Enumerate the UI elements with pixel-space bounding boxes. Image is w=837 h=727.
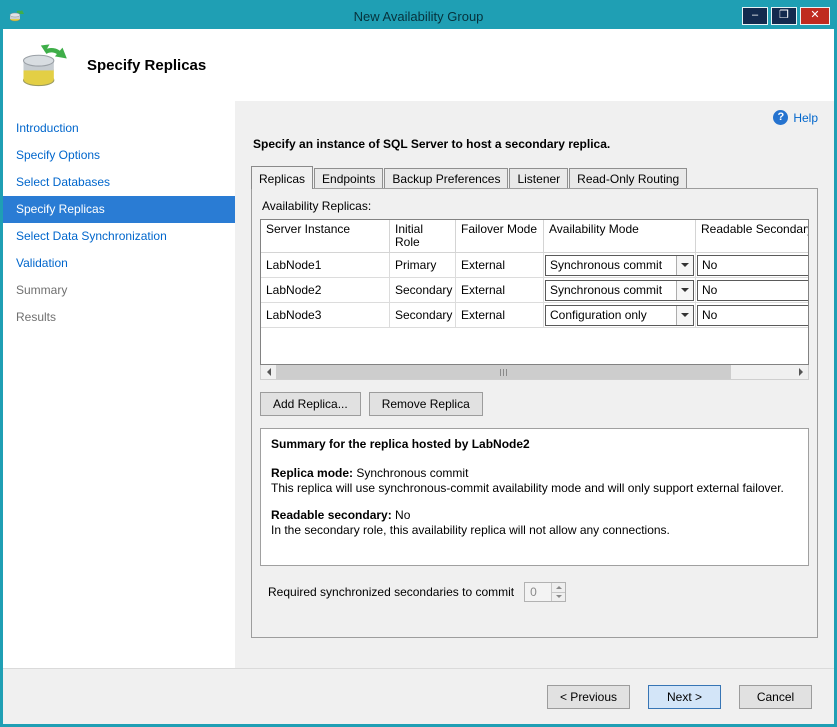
spinner-down-icon[interactable] xyxy=(552,592,565,602)
column-header-server-instance: Server Instance xyxy=(261,220,390,252)
sidebar-item-results: Results xyxy=(3,304,235,331)
scrollbar-track[interactable] xyxy=(276,365,793,379)
cell-server-instance: LabNode2 xyxy=(261,278,390,303)
readable-secondary-label: Readable secondary: xyxy=(271,508,392,522)
availability-mode-dropdown[interactable]: Configuration only xyxy=(545,305,694,326)
wizard-footer: < Previous Next > Cancel xyxy=(3,668,834,724)
readable-secondary-value: No xyxy=(698,258,809,272)
readable-secondary-summary-value: No xyxy=(392,508,411,522)
chevron-down-icon xyxy=(676,281,693,300)
column-header-availability-mode: Availability Mode xyxy=(544,220,696,252)
sidebar-item-validation[interactable]: Validation xyxy=(3,250,235,277)
replica-mode-description: This replica will use synchronous-commit… xyxy=(271,481,798,496)
close-button[interactable]: ✕ xyxy=(800,7,830,25)
maximize-button[interactable]: ❐ xyxy=(771,7,797,25)
sidebar-item-introduction[interactable]: Introduction xyxy=(3,115,235,142)
replicas-tab-panel: Availability Replicas: Server Instance I… xyxy=(251,188,818,638)
scroll-right-icon[interactable] xyxy=(793,365,808,379)
remove-replica-button[interactable]: Remove Replica xyxy=(369,392,483,416)
column-header-readable-secondary: Readable Secondary xyxy=(696,220,809,252)
new-availability-group-window: New Availability Group – ❐ ✕ Specify Rep… xyxy=(0,0,837,727)
readable-secondary-value: No xyxy=(698,308,809,322)
replica-mode-value: Synchronous commit xyxy=(353,466,468,480)
wizard-header: Specify Replicas xyxy=(3,29,834,101)
tab-endpoints[interactable]: Endpoints xyxy=(314,168,383,188)
sidebar-item-specify-options[interactable]: Specify Options xyxy=(3,142,235,169)
titlebar: New Availability Group – ❐ ✕ xyxy=(3,3,834,29)
required-secondaries-spinner[interactable]: 0 xyxy=(524,582,566,602)
scrollbar-thumb[interactable] xyxy=(276,365,731,379)
minimize-button[interactable]: – xyxy=(742,7,768,25)
readable-secondary-dropdown[interactable]: No xyxy=(697,255,809,276)
cell-failover-mode: External xyxy=(456,278,544,303)
table-row[interactable]: LabNode3 Secondary External Configuratio… xyxy=(261,303,809,328)
next-button[interactable]: Next > xyxy=(648,685,721,709)
horizontal-scrollbar[interactable] xyxy=(260,365,809,380)
help-label: Help xyxy=(793,111,818,125)
summary-title: Summary for the replica hosted by LabNod… xyxy=(271,437,798,452)
readable-secondary-value: No xyxy=(698,283,809,297)
readable-secondary-description: In the secondary role, this availability… xyxy=(271,523,798,538)
database-icon xyxy=(17,39,69,91)
page-title: Specify Replicas xyxy=(87,57,206,74)
wizard-content: ? Help Specify an instance of SQL Server… xyxy=(235,101,834,668)
sidebar-item-select-databases[interactable]: Select Databases xyxy=(3,169,235,196)
help-icon: ? xyxy=(773,110,788,125)
cell-initial-role: Secondary xyxy=(390,278,456,303)
availability-mode-value: Configuration only xyxy=(546,308,676,322)
readable-secondary-dropdown[interactable]: No xyxy=(697,280,809,301)
table-row[interactable]: LabNode2 Secondary External Synchronous … xyxy=(261,278,809,303)
spinner-up-icon[interactable] xyxy=(552,583,565,592)
cancel-button[interactable]: Cancel xyxy=(739,685,812,709)
availability-mode-value: Synchronous commit xyxy=(546,258,676,272)
cell-failover-mode: External xyxy=(456,253,544,278)
cell-failover-mode: External xyxy=(456,303,544,328)
availability-mode-dropdown[interactable]: Synchronous commit xyxy=(545,280,694,301)
previous-button[interactable]: < Previous xyxy=(547,685,630,709)
replica-summary-panel: Summary for the replica hosted by LabNod… xyxy=(260,428,809,566)
sidebar-item-select-data-synchronization[interactable]: Select Data Synchronization xyxy=(3,223,235,250)
column-header-failover-mode: Failover Mode xyxy=(456,220,544,252)
tab-replicas[interactable]: Replicas xyxy=(251,166,313,189)
tab-listener[interactable]: Listener xyxy=(509,168,568,188)
help-link[interactable]: ? Help xyxy=(773,110,818,125)
readable-secondary-dropdown[interactable]: No xyxy=(697,305,809,326)
cell-initial-role: Secondary xyxy=(390,303,456,328)
tab-backup-preferences[interactable]: Backup Preferences xyxy=(384,168,508,188)
window-title: New Availability Group xyxy=(3,9,834,24)
sidebar-item-specify-replicas[interactable]: Specify Replicas xyxy=(3,196,235,223)
app-icon xyxy=(8,8,24,24)
chevron-down-icon xyxy=(676,256,693,275)
availability-mode-dropdown[interactable]: Synchronous commit xyxy=(545,255,694,276)
add-replica-button[interactable]: Add Replica... xyxy=(260,392,361,416)
sidebar-item-summary: Summary xyxy=(3,277,235,304)
replica-mode-label: Replica mode: xyxy=(271,466,353,480)
table-row[interactable]: LabNode1 Primary External Synchronous co… xyxy=(261,253,809,278)
spinner-value: 0 xyxy=(525,583,551,601)
replicas-grid: Server Instance Initial Role Failover Mo… xyxy=(260,219,809,365)
chevron-down-icon xyxy=(676,306,693,325)
availability-mode-value: Synchronous commit xyxy=(546,283,676,297)
cell-server-instance: LabNode1 xyxy=(261,253,390,278)
tab-strip: Replicas Endpoints Backup Preferences Li… xyxy=(251,165,818,188)
cell-server-instance: LabNode3 xyxy=(261,303,390,328)
tab-read-only-routing[interactable]: Read-Only Routing xyxy=(569,168,687,188)
wizard-steps-sidebar: Introduction Specify Options Select Data… xyxy=(3,101,235,668)
column-header-initial-role: Initial Role xyxy=(390,220,456,252)
grid-header: Server Instance Initial Role Failover Mo… xyxy=(261,220,809,253)
instruction-text: Specify an instance of SQL Server to hos… xyxy=(253,137,818,151)
scroll-left-icon[interactable] xyxy=(261,365,276,379)
cell-initial-role: Primary xyxy=(390,253,456,278)
required-secondaries-label: Required synchronized secondaries to com… xyxy=(268,585,514,599)
availability-replicas-label: Availability Replicas: xyxy=(262,199,809,213)
